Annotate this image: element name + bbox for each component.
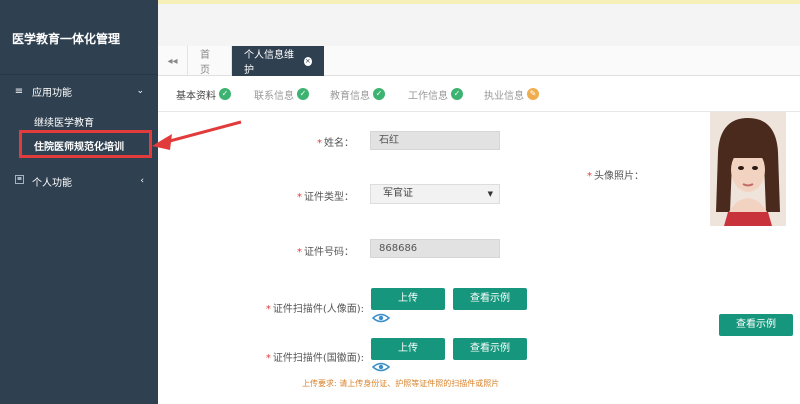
sidebar-item-label: 应用功能 [32,87,72,99]
sidebar-divider [0,74,158,75]
upload-hint: 上传要求: 请上传身份证、护照等证件照的扫描件或照片 [302,379,500,388]
eye-icon[interactable] [372,313,390,323]
highlight-box [19,130,152,158]
upload-back-button[interactable]: 上传 [371,338,445,360]
check-circle-icon: ✓ [219,88,231,100]
chevron-down-icon: ⌄ [136,86,144,96]
sidebar-subitem-cme[interactable]: 继续医学教育 [34,114,94,129]
scan-back-label: * 证件扫描件(国徽面): [265,353,364,364]
name-label: * 姓名： [317,138,354,149]
step-practice-info[interactable]: 执业信息 ✎ [484,76,539,112]
id-card-icon [14,175,24,187]
tab-home[interactable]: 首页 [188,46,232,76]
top-bar [158,4,800,46]
sidebar: 医学教育一体化管理 ≡ 应用功能 ⌄ 继续医学教育 住院医师规范化培训 个人功能… [0,0,158,404]
double-chevron-left-icon[interactable]: ◂◂ [158,46,188,76]
id-number-label: * 证件号码： [297,247,354,258]
id-number-field[interactable]: 868686 [370,239,500,258]
list-icon: ≡ [14,85,24,97]
tab-bar: ◂◂ 首页 个人信息维护 × [158,46,800,76]
edit-circle-icon: ✎ [527,88,539,100]
chevron-left-icon: ‹ [140,176,144,186]
scan-front-label: * 证件扫描件(人像面): [265,304,364,315]
view-example-back-button[interactable]: 查看示例 [453,338,527,360]
upload-front-button[interactable]: 上传 [371,288,445,310]
view-example-photo-button[interactable]: 查看示例 [719,314,793,336]
sidebar-item-label: 个人功能 [32,177,72,189]
avatar [710,112,786,226]
check-circle-icon: ✓ [373,88,385,100]
step-contact-info[interactable]: 联系信息 ✓ [254,76,309,112]
id-type-label: * 证件类型： [297,192,354,203]
brand-title: 医学教育一体化管理 [12,32,121,46]
view-example-front-button[interactable]: 查看示例 [453,288,527,310]
check-circle-icon: ✓ [297,88,309,100]
tab-personal-info[interactable]: 个人信息维护 × [232,46,324,76]
step-education-info[interactable]: 教育信息 ✓ [330,76,385,112]
check-circle-icon: ✓ [451,88,463,100]
close-icon[interactable]: × [303,56,312,66]
id-type-select[interactable]: 军官证 ▼ [370,184,500,204]
step-work-info[interactable]: 工作信息 ✓ [408,76,463,112]
tab-label: 个人信息维护 [244,50,294,76]
annotation-arrow-icon [152,120,242,150]
caret-down-icon: ▼ [487,190,493,198]
sidebar-item-app-functions[interactable]: ≡ 应用功能 ⌄ [0,80,158,102]
eye-icon[interactable] [372,362,390,372]
step-nav: 基本资料 ✓ 联系信息 ✓ 教育信息 ✓ 工作信息 ✓ 执业信息 ✎ [158,76,800,112]
sidebar-item-personal-functions[interactable]: 个人功能 ‹ [0,170,158,192]
name-field[interactable]: 石红 [370,131,500,150]
photo-label: * 头像照片： [587,171,644,182]
step-basic-info[interactable]: 基本资料 ✓ [176,76,231,112]
